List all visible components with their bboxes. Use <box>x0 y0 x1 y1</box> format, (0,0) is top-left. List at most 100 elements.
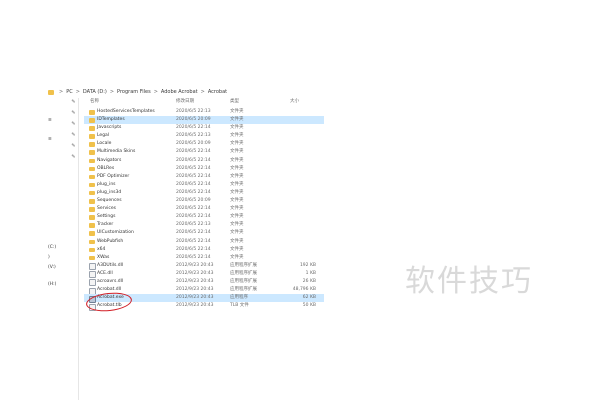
file-date-modified: 2020/6/5 22:14 <box>176 214 211 220</box>
chevron-right-icon: > <box>59 89 64 95</box>
folder-row[interactable]: Navigators 2020/6/5 22:14 文件夹 <box>84 157 324 165</box>
folder-icon <box>89 231 95 236</box>
drive-v-item[interactable]: (V:) <box>48 264 56 271</box>
folder-icon <box>89 182 95 188</box>
file-type: 文件夹 <box>230 117 244 123</box>
pin-icon: ✎ <box>71 132 76 138</box>
file-date-modified: 2012/9/23 20:43 <box>176 262 214 268</box>
file-date-modified: 2020/6/5 22:13 <box>176 109 211 114</box>
pin-icon: ✎ <box>71 121 76 127</box>
folder-icon <box>89 207 95 212</box>
folder-row[interactable]: x64 2020/6/5 22:14 文件夹 <box>84 246 324 254</box>
chevron-right-icon: > <box>75 89 80 95</box>
folder-row[interactable]: Locale 2020/6/5 20:09 文件夹 <box>84 140 324 148</box>
pin-icon: ✎ <box>71 154 76 160</box>
folder-row[interactable]: Tracker 2020/6/5 22:13 文件夹 <box>84 221 324 229</box>
file-size: 26 KB <box>302 278 316 284</box>
folder-row[interactable]: WebPubfish 2020/6/5 22:14 文件夹 <box>84 238 324 246</box>
file-row[interactable]: A3DUtils.dll 2012/9/23 20:43 应用程序扩展 192 KB <box>84 262 324 271</box>
folder-icon <box>89 166 95 172</box>
folder-row[interactable]: Legal 2020/6/5 22:13 文件夹 <box>84 132 324 140</box>
folder-row[interactable]: Services 2020/6/5 22:14 文件夹 <box>84 205 324 213</box>
file-type: 文件夹 <box>230 254 244 260</box>
column-header-size[interactable]: 大小 <box>290 98 299 106</box>
file-type: 文件夹 <box>230 214 244 220</box>
folder-row[interactable]: plug_ins3d 2020/6/5 22:14 文件夹 <box>84 189 324 197</box>
file-name: Sequences <box>97 198 122 204</box>
folder-icon <box>89 134 95 139</box>
folder-icon <box>89 126 95 131</box>
breadcrumb-data-drive[interactable]: DATA (D:) <box>83 89 107 95</box>
folder-row[interactable]: OBLRes 2020/6/5 22:14 文件夹 <box>84 165 324 173</box>
file-type: 应用程序 <box>230 295 248 301</box>
folder-row[interactable]: XWas 2020/6/5 22:14 文件夹 <box>84 254 324 262</box>
breadcrumb-pc[interactable]: PC <box>66 89 73 95</box>
folder-icon <box>89 150 95 155</box>
file-row[interactable]: Acrobat.tlb 2012/9/23 20:43 TLB 文件 50 KB <box>84 302 324 311</box>
file-type: 文件夹 <box>230 230 244 236</box>
file-name: Services <box>97 206 116 212</box>
file-size: 48,796 KB <box>292 287 316 293</box>
pin-icon: ✎ <box>71 110 76 116</box>
watermark-text: 软件技巧 <box>405 264 533 299</box>
file-row[interactable]: Acrobat.dll 2012/9/23 20:43 应用程序扩展 48,796 K… <box>84 286 324 295</box>
folder-icon <box>89 110 95 115</box>
file-date-modified: 2020/6/5 22:13 <box>176 222 211 228</box>
file-name: plug_ins <box>97 181 116 187</box>
file-type: 应用程序扩展 <box>230 287 257 293</box>
file-row[interactable]: Acrobat.exe 2012/9/23 20:43 应用程序 62 KB <box>84 294 324 303</box>
file-name: PDF Optimizer <box>97 173 130 179</box>
folder-row[interactable]: PDF Optimizer 2020/6/5 22:14 文件夹 <box>84 173 324 181</box>
file-name: WebPubfish <box>97 238 124 244</box>
file-row[interactable]: ACE.dll 2012/9/23 20:43 应用程序扩展 1 KB <box>84 270 324 279</box>
file-name: UICustomization <box>97 230 134 236</box>
folder-icon <box>89 255 95 261</box>
file-type: 文件夹 <box>230 189 244 195</box>
file-type: 文件夹 <box>230 149 244 155</box>
file-type: 文件夹 <box>230 133 244 139</box>
breadcrumb-acrobat[interactable]: Acrobat <box>208 89 227 95</box>
file-date-modified: 2020/6/5 20:09 <box>176 198 211 204</box>
folder-row[interactable]: HostedServicesTemplates 2020/6/5 22:13 文件夹 <box>84 108 324 116</box>
column-header-date[interactable]: 修改日期 <box>176 98 194 106</box>
folder-row[interactable]: Javascripts 2020/6/5 22:14 文件夹 <box>84 124 324 132</box>
file-date-modified: 2012/9/23 20:43 <box>176 295 214 301</box>
column-header-row: 名称 修改日期 类型 大小 <box>84 98 324 106</box>
folder-row[interactable]: plug_ins 2020/6/5 22:14 文件夹 <box>84 181 324 189</box>
file-size: 50 KB <box>302 303 316 309</box>
chevron-right-icon: > <box>153 89 158 95</box>
file-rows: HostedServicesTemplates 2020/6/5 22:13 文件夹… <box>84 108 324 311</box>
file-type: 文件夹 <box>230 141 244 147</box>
file-type: 文件夹 <box>230 246 244 252</box>
folder-icon <box>89 118 95 123</box>
navigation-pane[interactable]: ✎ ✎ ✎ ✎ ✎ ✎ ≡ ≡ (C:) ) (V:) (H:) <box>0 98 79 400</box>
drive-c-item[interactable]: (C:) <box>48 244 56 251</box>
column-header-type[interactable]: 类型 <box>230 98 239 106</box>
folder-row[interactable]: Sequences 2020/6/5 20:09 文件夹 <box>84 197 324 205</box>
drive-d-item[interactable]: ) <box>48 254 50 261</box>
breadcrumb-program-files[interactable]: Program Files <box>117 89 151 95</box>
folder-icon <box>89 190 95 196</box>
file-type: 文件夹 <box>230 198 244 204</box>
file-type: 应用程序扩展 <box>230 262 257 268</box>
folder-row[interactable]: Multimedia Skins 2020/6/5 22:14 文件夹 <box>84 148 324 156</box>
folder-icon <box>48 89 54 95</box>
file-name: OBLRes <box>97 165 115 171</box>
file-name: HostedServicesTemplates <box>97 109 155 114</box>
file-explorer-screen: > PC > DATA (D:) > Program Files > Adobe… <box>0 0 600 400</box>
folder-row[interactable]: Settings 2020/6/5 22:14 文件夹 <box>84 213 324 221</box>
file-name: Locale <box>97 141 112 147</box>
file-row[interactable]: acroavrs.dll 2012/9/23 20:43 应用程序扩展 26 KB <box>84 278 324 287</box>
column-header-name[interactable]: 名称 <box>90 98 99 106</box>
breadcrumb[interactable]: > PC > DATA (D:) > Program Files > Adobe… <box>48 86 468 98</box>
nav-item-marker[interactable]: ≡ <box>48 117 52 124</box>
folder-row[interactable]: UICustomization 2020/6/5 22:14 文件夹 <box>84 229 324 237</box>
drive-h-item[interactable]: (H:) <box>48 281 56 288</box>
file-name: XWas <box>97 254 110 260</box>
file-list[interactable]: 名称 修改日期 类型 大小 HostedServicesTemplates 202… <box>84 98 324 318</box>
breadcrumb-adobe-acrobat[interactable]: Adobe Acrobat <box>161 89 198 95</box>
pin-icon: ✎ <box>71 99 76 105</box>
folder-row[interactable]: IDTemplates 2020/6/5 20:09 文件夹 <box>84 116 324 125</box>
nav-item-marker[interactable]: ≡ <box>48 136 52 143</box>
file-size: 192 KB <box>299 262 316 268</box>
